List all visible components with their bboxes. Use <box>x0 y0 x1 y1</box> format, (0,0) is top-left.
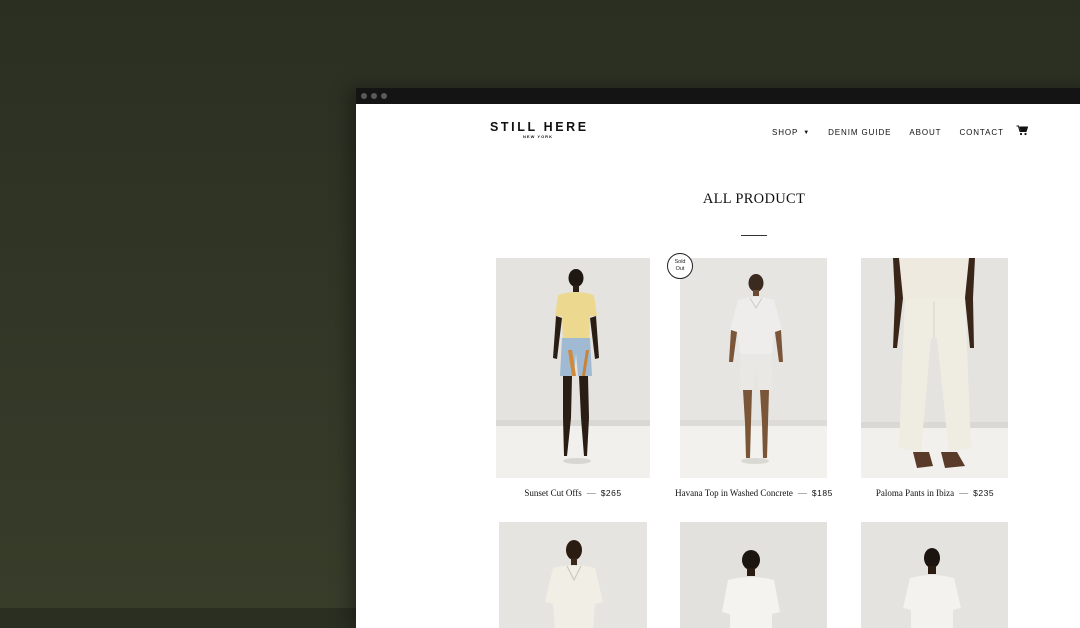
badge-line-sold: Sold <box>674 259 686 265</box>
product-image[interactable] <box>861 522 1008 628</box>
product-card[interactable]: Havana Top in Washed Concrete — $185 <box>675 258 832 498</box>
window-minimize-dot[interactable] <box>371 93 377 99</box>
browser-window: STILL HERE NEW YORK SHOP ▼ DENIM GUIDE A… <box>356 88 1080 628</box>
product-card[interactable]: Paloma Pants in Ibiza — $235 <box>861 258 1008 498</box>
title-divider <box>741 235 767 236</box>
product-name: Sunset Cut Offs <box>524 488 582 498</box>
window-titlebar <box>356 88 1080 104</box>
brand-logo[interactable]: STILL HERE NEW YORK <box>490 120 586 140</box>
badge-line-out: Out <box>675 266 685 272</box>
product-image-havana-top[interactable] <box>680 258 827 478</box>
nav-shop[interactable]: SHOP ▼ <box>772 128 810 137</box>
chevron-down-icon: ▼ <box>803 129 811 136</box>
product-name: Havana Top in Washed Concrete <box>675 488 793 498</box>
caption-dash: — <box>797 488 807 498</box>
nav-shop-label: SHOP <box>772 128 799 137</box>
caption-dash: — <box>586 488 596 498</box>
product-card[interactable] <box>499 522 647 628</box>
product-image[interactable] <box>680 522 827 628</box>
caption-dash: — <box>959 488 969 498</box>
product-image[interactable] <box>499 522 647 628</box>
product-name: Paloma Pants in Ibiza <box>875 488 955 498</box>
brand-name: STILL HERE <box>490 120 589 134</box>
product-image-paloma-pants[interactable] <box>861 258 1008 478</box>
product-card[interactable]: Sunset Cut Offs — $265 <box>496 258 650 498</box>
product-image-sunset-cut-offs[interactable] <box>496 258 650 478</box>
brand-tagline: NEW YORK <box>523 134 553 139</box>
store-page: STILL HERE NEW YORK SHOP ▼ DENIM GUIDE A… <box>356 104 1080 628</box>
cart-icon[interactable] <box>1016 125 1028 136</box>
product-caption[interactable]: Paloma Pants in Ibiza — $235 <box>820 488 1050 498</box>
product-card[interactable] <box>861 522 1008 628</box>
nav-denim-guide[interactable]: DENIM GUIDE <box>828 128 891 137</box>
product-card[interactable] <box>680 522 827 628</box>
product-price: $265 <box>600 488 622 498</box>
window-zoom-dot[interactable] <box>381 93 387 99</box>
nav-contact[interactable]: CONTACT <box>959 128 1003 137</box>
sold-out-badge: Sold Out <box>667 253 693 279</box>
main-nav: SHOP ▼ DENIM GUIDE ABOUT CONTACT <box>772 125 1028 137</box>
product-price: $235 <box>973 488 995 498</box>
window-close-dot[interactable] <box>361 93 367 99</box>
page-title: ALL PRODUCT <box>702 191 806 207</box>
nav-about[interactable]: ABOUT <box>909 128 941 137</box>
